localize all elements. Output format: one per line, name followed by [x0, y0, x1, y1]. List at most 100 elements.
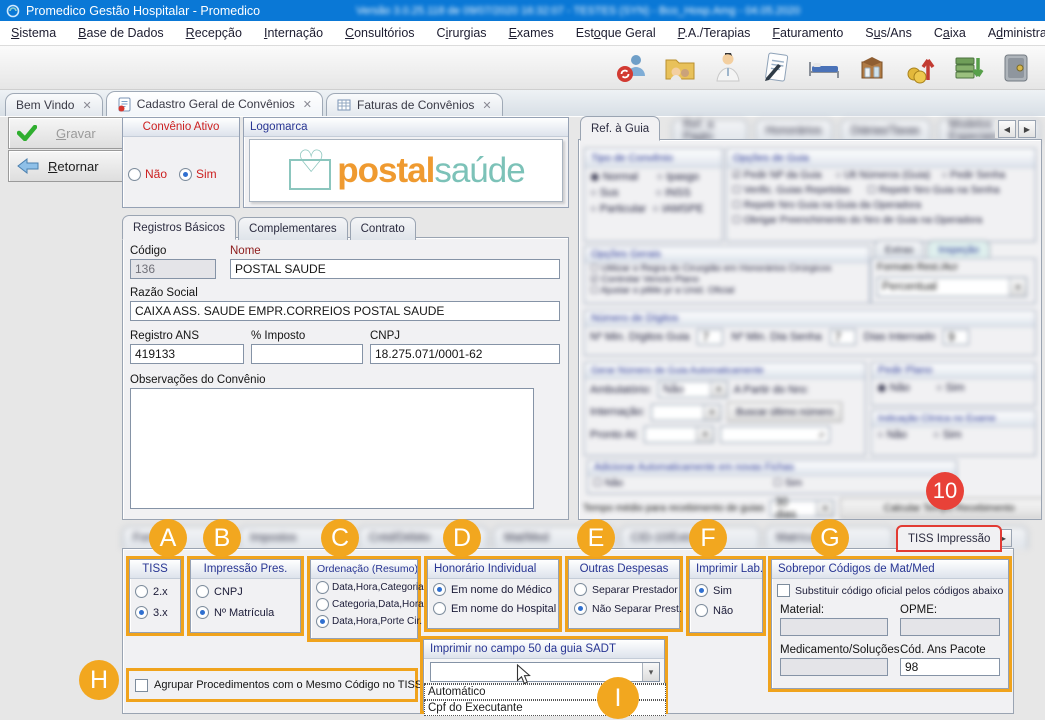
cod-ans-pacote-label: Cód. Ans Pacote [900, 644, 986, 656]
annotation-badge-h: H [79, 660, 119, 700]
formato-combo[interactable]: Percentual▾ [877, 277, 1027, 297]
convenio-nao-label: Não [145, 167, 167, 181]
tab-scroll-right-button[interactable]: ▶ [1018, 120, 1036, 138]
observacoes-textarea[interactable] [130, 388, 534, 509]
ordenacao-opt3-label: Data,Hora,Porte Cir. [332, 616, 422, 627]
menu-item-sistema[interactable]: Sistema [0, 23, 67, 43]
ordenacao-opt2-radio[interactable] [316, 598, 329, 611]
tab-cadastro-geral-convenios[interactable]: Cadastro Geral de Convênios ✕ [106, 91, 323, 116]
impressao-cnpj-label: CNPJ [214, 586, 243, 598]
menu-item-pa-terapias[interactable]: P.A./Terapias [667, 23, 762, 43]
app-icon [6, 4, 20, 18]
indicacao-clinica-group: Indicação Clínica no Exame ○ Não○ Sim [871, 410, 1036, 456]
menu-item-faturamento[interactable]: Faturamento [761, 23, 854, 43]
menu-item-base-de-dados[interactable]: Base de Dados [67, 23, 174, 43]
razao-social-field[interactable]: CAIXA ASS. SAUDE EMPR.CORREIOS POSTAL SA… [130, 301, 560, 321]
patients-folder-icon[interactable] [661, 49, 699, 87]
tab-ref-a-guia[interactable]: Ref. à Guia [580, 116, 660, 141]
tab-faturas-convenios[interactable]: Faturas de Convênios ✕ [326, 93, 503, 116]
revenue-up-icon[interactable] [901, 49, 939, 87]
impressao-cnpj-radio[interactable] [196, 585, 209, 598]
sync-users-icon[interactable] [613, 49, 651, 87]
menu-item-estoque-geral[interactable]: Estoque Geral [565, 23, 667, 43]
tiss-3x-radio[interactable] [135, 606, 148, 619]
cod-ans-pacote-field[interactable]: 98 [900, 658, 1000, 676]
convenio-ativo-title: Convênio Ativo [123, 118, 239, 137]
annotation-badge-b: B [203, 519, 241, 557]
tab-close-icon[interactable]: ✕ [82, 99, 91, 112]
bottom-tab-bar: Formas Impostos Créd/Débito Mat/Med CID-… [122, 526, 1012, 549]
tempo-recebimento-row: Tempo médio para recebimento de guias 30… [583, 498, 1042, 519]
substituir-codigo-checkbox[interactable] [777, 584, 790, 597]
impressao-pres-title: Impressão Pres. [191, 560, 300, 579]
honorario-medico-radio[interactable] [433, 583, 446, 596]
tab-contrato[interactable]: Contrato [350, 217, 416, 240]
tab-inspecao[interactable]: Inspeção [927, 240, 990, 259]
gravar-button[interactable]: Gravar [8, 117, 128, 149]
lab-sim-radio[interactable] [695, 584, 708, 597]
agrupar-procedimentos-checkbox[interactable] [135, 679, 148, 692]
convenio-nao-radio[interactable] [128, 168, 141, 181]
lab-nao-radio[interactable] [695, 604, 708, 617]
tab-bem-vindo[interactable]: Bem Vindo ✕ [5, 93, 103, 116]
tab-scroll-left-button[interactable]: ◀ [998, 120, 1016, 138]
gravar-label: Gravar [56, 126, 96, 141]
despesas-separar-radio[interactable] [574, 583, 587, 596]
menu-item-recepcao[interactable]: Recepção [175, 23, 253, 43]
campo50-title: Imprimir no campo 50 da guia SADT [424, 640, 664, 659]
menu-item-caixa[interactable]: Caixa [923, 23, 977, 43]
tab-close-icon[interactable]: ✕ [303, 98, 312, 111]
tempo-combo[interactable]: 30 dias▾ [770, 500, 834, 517]
gerar-numero-group: Gerar Número de Guia Automaticamente Amb… [584, 362, 866, 456]
payments-down-icon[interactable] [949, 49, 987, 87]
tab-tiss-impressao[interactable]: TISS Impressão [896, 525, 1002, 552]
retornar-button[interactable]: Retornar [8, 150, 128, 182]
tab-complementares[interactable]: Complementares [238, 217, 348, 240]
supplies-box-icon[interactable] [853, 49, 891, 87]
tiss-3x-label: 3.x [153, 607, 168, 619]
safe-icon[interactable] [997, 49, 1035, 87]
document-badge-icon [117, 97, 131, 112]
hospital-bed-icon[interactable] [805, 49, 843, 87]
doctor-icon[interactable] [709, 49, 747, 87]
convenio-sim-radio[interactable] [179, 168, 192, 181]
codigo-field: 136 [130, 259, 216, 279]
nome-label: Nome [230, 245, 261, 257]
lab-sim-label: Sim [713, 585, 732, 597]
menu-item-administracao[interactable]: Administração [977, 23, 1045, 43]
annotation-badge-10: 10 [926, 472, 964, 510]
tab-registros-basicos[interactable]: Registros Básicos [122, 215, 236, 240]
app-window: Promedico Gestão Hospitalar - Promedico … [0, 0, 1045, 720]
pronto-at-combo[interactable]: ▾ [644, 426, 714, 443]
imposto-field[interactable] [251, 344, 363, 364]
ordenacao-opt1-radio[interactable] [316, 581, 329, 594]
menu-item-cirurgias[interactable]: Cirurgias [426, 23, 498, 43]
tab-extras[interactable]: Extras [874, 240, 924, 259]
ambulatorio-combo[interactable]: Não▾ [658, 381, 728, 398]
pronto-at-search-field[interactable]: ⌕ [720, 426, 830, 443]
annotation-badge-i: I [597, 677, 639, 719]
registro-ans-field[interactable]: 419133 [130, 344, 244, 364]
numero-digitos-group: Número de Dígitos Nº Min. Dígitos Guia7 … [584, 310, 1036, 356]
menu-item-sus-ans[interactable]: Sus/Ans [854, 23, 923, 43]
tiss-2x-radio[interactable] [135, 585, 148, 598]
prescription-icon[interactable] [757, 49, 795, 87]
cnpj-field[interactable]: 18.275.071/0001-62 [370, 344, 560, 364]
buscar-ultimo-numero-button[interactable]: Buscar último número [727, 402, 842, 422]
menu-item-exames[interactable]: Exames [498, 23, 565, 43]
menu-item-internacao[interactable]: Internação [253, 23, 334, 43]
impressao-pres-highlight: Impressão Pres. CNPJ Nº Matrícula [187, 556, 304, 636]
tab-close-icon[interactable]: ✕ [482, 99, 491, 112]
despesas-nao-separar-label: Não Separar Prest. [592, 603, 682, 615]
honorario-hospital-radio[interactable] [433, 602, 446, 615]
despesas-nao-separar-radio[interactable] [574, 602, 587, 615]
honorario-individual-highlight: Honorário Individual Em nome do Médico E… [424, 556, 562, 632]
annotation-badge-e: E [577, 519, 615, 557]
internacao-combo[interactable]: ▾ [651, 404, 721, 421]
ordenacao-opt3-radio[interactable] [316, 615, 329, 628]
campo50-dropdown-arrow-icon[interactable]: ▾ [642, 663, 659, 681]
nome-field[interactable]: POSTAL SAUDE [230, 259, 560, 279]
impressao-matricula-radio[interactable] [196, 606, 209, 619]
logo-text-saude: saúde [434, 151, 524, 191]
menu-item-consultorios[interactable]: Consultórios [334, 23, 425, 43]
